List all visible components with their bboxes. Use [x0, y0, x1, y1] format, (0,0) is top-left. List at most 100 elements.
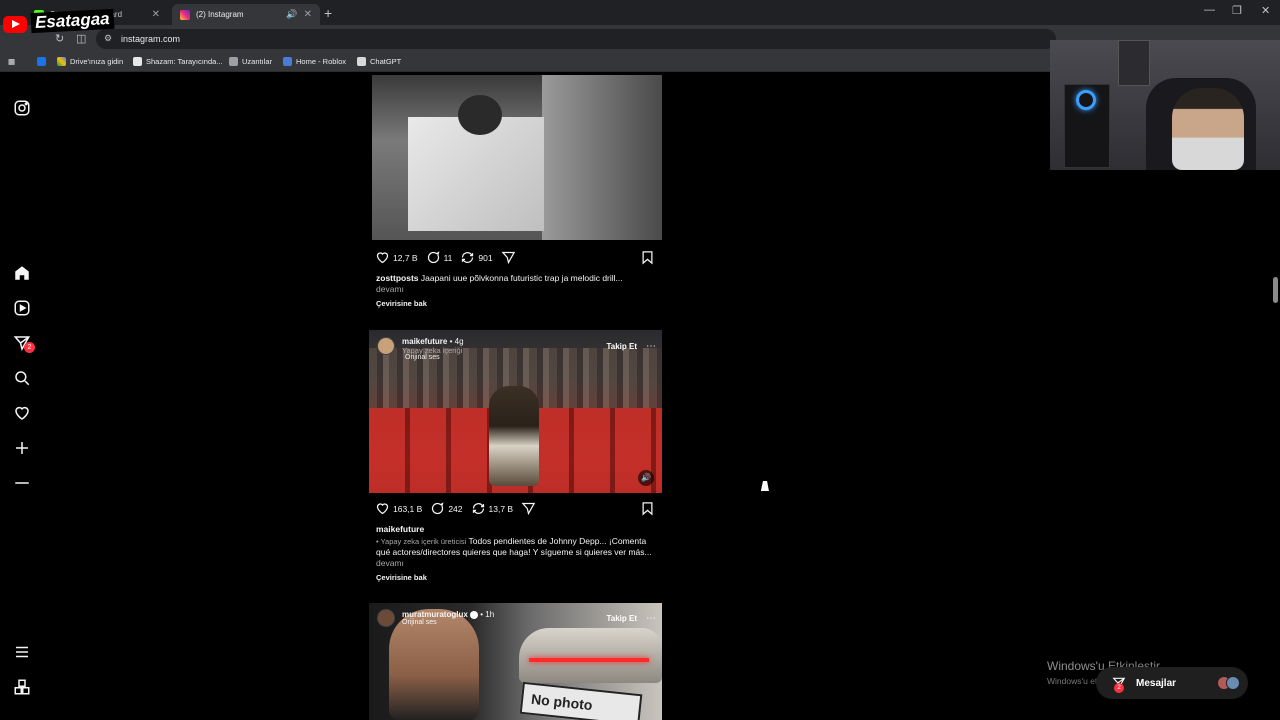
bookmark-chatgpt[interactable]: ChatGPT: [357, 57, 401, 66]
reels-icon[interactable]: [13, 299, 31, 317]
address-bar[interactable]: [96, 29, 1056, 49]
post-header: muratmuratoglux • 1h Orijinal ses Takip …: [377, 609, 657, 627]
bookmark-icon: [642, 251, 653, 265]
comment-count: 242: [448, 503, 463, 514]
bookmark-extensions[interactable]: Uzantılar: [229, 57, 272, 66]
post-image-detail: [542, 75, 662, 240]
speaker-icon[interactable]: 🔊: [286, 9, 297, 20]
speaker-icon[interactable]: 🔊: [638, 470, 654, 486]
like-count: 12,7 B: [393, 252, 418, 263]
post-caption: zosttposts Jaapani uue põlvkonna futuris…: [376, 273, 661, 284]
close-window-button[interactable]: ✕: [1261, 4, 1270, 17]
more-link[interactable]: devamı: [376, 284, 404, 295]
messages-badge: 2: [24, 342, 35, 353]
close-tab-icon[interactable]: ✕: [152, 9, 160, 20]
tab-title: (2) Instagram: [196, 10, 244, 19]
maximize-button[interactable]: ❐: [1232, 4, 1242, 17]
avatar: [1226, 676, 1240, 690]
shazam-icon: [133, 57, 142, 66]
more-dots-icon[interactable]: [13, 474, 31, 492]
site-info-icon[interactable]: ⚙: [104, 33, 112, 44]
post-actions: 163,1 B 242 13,7 B: [375, 501, 665, 516]
post-actions: 12,7 B 11 901: [375, 250, 665, 265]
webcam-detail: [1076, 90, 1096, 110]
comment-button[interactable]: 11: [426, 250, 453, 265]
see-translation-link[interactable]: Çevirisine bak: [376, 299, 427, 308]
bookmark-label: ChatGPT: [370, 57, 402, 66]
post-caption: • Yapay zeka içerik üreticisi Todos pend…: [376, 536, 661, 569]
post-image-detail: [519, 628, 662, 683]
url-text[interactable]: instagram.com: [121, 34, 180, 44]
see-translation-link[interactable]: Çevirisine bak: [376, 573, 427, 582]
post-username[interactable]: maikefuture: [402, 337, 447, 346]
sign-in-image: No photo: [519, 681, 643, 720]
share-icon: [521, 502, 536, 516]
share-button[interactable]: [501, 250, 519, 265]
webcam-detail: [1118, 40, 1150, 86]
bookmark-a-icon[interactable]: [37, 57, 50, 66]
create-plus-icon[interactable]: [13, 439, 31, 457]
heart-icon: [376, 252, 389, 264]
bookmark-label: Uzantılar: [242, 57, 273, 66]
like-button[interactable]: 163,1 B: [375, 501, 422, 516]
post-username[interactable]: muratmuratoglux: [402, 610, 468, 619]
more-link[interactable]: devamı: [376, 558, 404, 568]
avatar[interactable]: [377, 337, 395, 355]
bookmark-label: Drive'ınıza gidin: [70, 57, 124, 66]
home-icon[interactable]: [13, 264, 31, 282]
comment-count: 11: [443, 252, 453, 263]
tab-instagram[interactable]: (2) Instagram 🔊 ✕: [172, 4, 320, 25]
split-view-icon[interactable]: ◫: [76, 32, 86, 45]
messages-label: Mesajlar: [1136, 677, 1177, 689]
bookmark-label: Shazam: Tarayıcında...: [146, 57, 223, 66]
roblox-icon: [283, 57, 292, 66]
save-button[interactable]: [640, 501, 655, 516]
reload-icon[interactable]: ↻: [55, 32, 64, 45]
comment-button[interactable]: 242: [430, 501, 463, 516]
apps-icon[interactable]: ▦: [8, 57, 15, 66]
audio-label[interactable]: Orijinal ses: [405, 354, 440, 361]
messages-badge: 2: [1114, 683, 1124, 693]
menu-icon[interactable]: [13, 643, 31, 661]
also-from-meta-icon[interactable]: [13, 678, 31, 696]
caption-username[interactable]: zosttposts: [376, 273, 419, 283]
audio-label[interactable]: Orijinal ses: [402, 619, 606, 626]
close-tab-icon[interactable]: ✕: [304, 9, 312, 20]
youtube-logo-icon: [3, 16, 27, 33]
repost-count: 901: [478, 252, 493, 263]
more-options-icon[interactable]: ⋯: [646, 613, 657, 624]
search-icon[interactable]: [13, 369, 31, 387]
post-header: maikefuture • 4g Yapay zeka içeriği Taki…: [377, 337, 657, 355]
post-time: • 1h: [480, 610, 495, 619]
more-options-icon[interactable]: ⋯: [646, 341, 657, 352]
puzzle-icon: [229, 57, 238, 66]
caption-username[interactable]: maikefuture: [376, 524, 424, 535]
like-button[interactable]: 12,7 B: [375, 250, 418, 265]
comment-icon: [432, 502, 444, 515]
follow-button[interactable]: Takip Et: [606, 614, 637, 623]
drive-icon: [57, 57, 66, 66]
ai-creator-label: • Yapay zeka içerik üreticisi: [376, 537, 467, 546]
bookmark-roblox[interactable]: Home - Roblox: [283, 57, 346, 66]
avatar[interactable]: [377, 609, 395, 627]
post-image[interactable]: [372, 75, 662, 240]
like-count: 163,1 B: [393, 503, 423, 514]
minimize-button[interactable]: —: [1204, 4, 1215, 16]
bookmark-icon: [642, 502, 653, 516]
caption-text: Jaapani uue põlvkonna futuristic trap ja…: [420, 273, 623, 283]
bookmark-shazam[interactable]: Shazam: Tarayıcında...: [133, 57, 223, 66]
verified-badge-icon: [470, 610, 479, 619]
bookmark-drive[interactable]: Drive'ınıza gidin: [57, 57, 123, 66]
save-button[interactable]: [640, 250, 655, 265]
webcam-detail: [1172, 88, 1244, 170]
heart-icon[interactable]: [13, 404, 31, 422]
instagram-logo-icon[interactable]: [13, 99, 31, 117]
share-button[interactable]: [521, 501, 539, 516]
follow-button[interactable]: Takip Et: [606, 342, 637, 351]
repost-button[interactable]: 13,7 B: [471, 501, 513, 516]
webcam-overlay: [1050, 40, 1280, 170]
repost-button[interactable]: 901: [460, 250, 493, 265]
new-tab-button[interactable]: +: [324, 5, 332, 21]
scrollbar-thumb[interactable]: [1273, 277, 1278, 303]
bookmark-label: Home - Roblox: [296, 57, 347, 66]
